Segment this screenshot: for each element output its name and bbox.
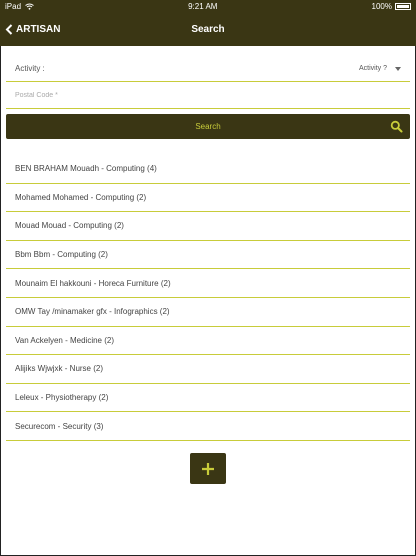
postal-code-input[interactable] — [15, 92, 401, 99]
activity-selected-value: Activity ? — [358, 65, 387, 72]
list-item[interactable]: Mounaim El hakkouni - Horeca Furniture (… — [6, 269, 410, 298]
activity-row: Activity : Activity ? — [6, 56, 410, 82]
results-list: BEN BRAHAM Mouadh - Computing (4) Mohame… — [6, 155, 410, 441]
list-item[interactable]: OMW Tay /minamaker gfx - Infographics (2… — [6, 298, 410, 327]
list-item[interactable]: Van Ackelyen - Medicine (2) — [6, 327, 410, 356]
back-button[interactable]: ARTISAN — [5, 13, 60, 46]
postal-code-row — [6, 83, 410, 109]
list-item[interactable]: BEN BRAHAM Mouadh - Computing (4) — [6, 155, 410, 184]
activity-label: Activity : — [15, 64, 45, 73]
chevron-left-icon — [5, 24, 13, 35]
search-form: Activity : Activity ? — [6, 56, 410, 109]
activity-select[interactable]: Activity ? — [359, 65, 401, 72]
plus-icon — [202, 462, 214, 475]
list-item[interactable]: Alijiks Wjwjxk - Nurse (2) — [6, 355, 410, 384]
status-left: iPad — [5, 2, 34, 11]
chevron-down-icon — [395, 66, 401, 71]
page-title: Search — [191, 24, 225, 35]
status-time: 9:21 AM — [188, 2, 218, 11]
device-label: iPad — [5, 2, 22, 11]
search-icon — [390, 120, 403, 133]
list-item[interactable]: Securecom - Security (3) — [6, 412, 410, 441]
status-bar: iPad 9:21 AM 100% — [0, 0, 416, 13]
list-item[interactable]: Bbm Bbm - Computing (2) — [6, 241, 410, 270]
battery-icon — [395, 3, 411, 10]
search-button-label: Search — [195, 122, 221, 131]
search-button[interactable]: Search — [6, 114, 410, 139]
list-item[interactable]: Leleux - Physiotherapy (2) — [6, 384, 410, 413]
wifi-icon — [25, 3, 34, 10]
list-item[interactable]: Mouad Mouad - Computing (2) — [6, 212, 410, 241]
list-item[interactable]: Mohamed Mohamed - Computing (2) — [6, 184, 410, 213]
back-label: ARTISAN — [16, 24, 61, 35]
add-button[interactable] — [190, 453, 226, 484]
battery-percent: 100% — [371, 2, 392, 11]
status-right: 100% — [372, 2, 411, 11]
navigation-bar: ARTISAN Search — [0, 13, 416, 46]
